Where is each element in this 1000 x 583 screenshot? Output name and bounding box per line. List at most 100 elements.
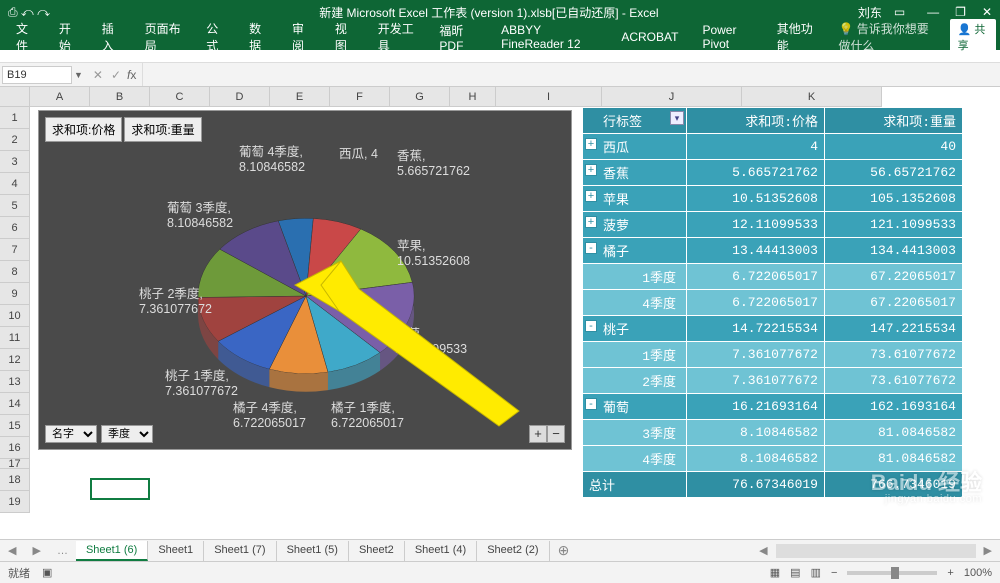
col-header[interactable]: C: [150, 87, 210, 107]
pivot-table[interactable]: 行标签▾求和项:价格求和项:重量+西瓜440+香蕉5.66572176256.6…: [582, 107, 963, 498]
sheet-nav-prev[interactable]: ◀: [0, 544, 24, 557]
select-all-corner[interactable]: [0, 87, 30, 107]
tab-powerpivot[interactable]: Power Pivot: [690, 19, 764, 55]
expand-icon[interactable]: +: [585, 164, 597, 176]
tab-acrobat[interactable]: ACROBAT: [609, 26, 690, 48]
sheet-tab[interactable]: Sheet1: [148, 541, 204, 561]
row-header[interactable]: 16: [0, 437, 30, 459]
expand-icon[interactable]: +: [585, 216, 597, 228]
row-header[interactable]: 6: [0, 217, 30, 239]
formula-input[interactable]: [142, 63, 1000, 86]
zoom-in-icon[interactable]: +: [947, 567, 953, 579]
zoom-slider[interactable]: [847, 571, 937, 575]
tab-abbyy[interactable]: ABBYY FineReader 12: [489, 19, 609, 55]
expand-icon[interactable]: -: [585, 398, 597, 410]
row-header[interactable]: 19: [0, 491, 30, 513]
col-header[interactable]: K: [742, 87, 882, 107]
row-header[interactable]: 3: [0, 151, 30, 173]
pivot-filter-icon[interactable]: ▾: [670, 111, 684, 125]
name-box[interactable]: B19: [2, 66, 72, 84]
hscroll-left[interactable]: ◀: [751, 544, 775, 557]
tell-me[interactable]: 💡 告诉我你想要做什么: [826, 16, 949, 58]
tab-home[interactable]: 开始: [47, 16, 90, 58]
chart-filter-name[interactable]: 名字: [45, 425, 97, 443]
worksheet-grid[interactable]: ABCDEFGHIJK 1234567891011121314151617181…: [0, 87, 1000, 539]
sheet-tab[interactable]: Sheet1 (5): [277, 541, 349, 561]
hscrollbar[interactable]: [776, 544, 976, 558]
chart-value-btn-1[interactable]: 求和项:价格: [45, 117, 122, 142]
row-header[interactable]: 13: [0, 371, 30, 393]
tab-review[interactable]: 审阅: [280, 16, 323, 58]
row-header[interactable]: 5: [0, 195, 30, 217]
col-header[interactable]: A: [30, 87, 90, 107]
col-header[interactable]: I: [496, 87, 602, 107]
status-bar: 就绪 ▣ ▦ ▤ ▥ − + 100%: [0, 561, 1000, 583]
tab-formulas[interactable]: 公式: [194, 16, 237, 58]
col-header[interactable]: E: [270, 87, 330, 107]
active-cell[interactable]: [90, 478, 150, 500]
tab-insert[interactable]: 插入: [90, 16, 133, 58]
view-pagebreak-icon[interactable]: ▥: [811, 566, 821, 579]
sheet-tab[interactable]: Sheet1 (4): [405, 541, 477, 561]
pie-slice-label: 橘子 1季度,6.722065017: [331, 401, 404, 431]
sheet-tab[interactable]: Sheet1 (6): [76, 541, 148, 561]
col-header[interactable]: G: [390, 87, 450, 107]
close-button[interactable]: ✕: [982, 5, 992, 19]
row-header[interactable]: 4: [0, 173, 30, 195]
expand-icon[interactable]: +: [585, 190, 597, 202]
pie-slice-label: 桃子 1季度,7.361077672: [165, 369, 238, 399]
row-header[interactable]: 8: [0, 261, 30, 283]
namebox-dropdown-icon[interactable]: ▼: [74, 70, 83, 80]
col-header[interactable]: J: [602, 87, 742, 107]
maximize-button[interactable]: ❐: [955, 5, 966, 19]
expand-icon[interactable]: -: [585, 242, 597, 254]
row-header[interactable]: 7: [0, 239, 30, 261]
row-header[interactable]: 2: [0, 129, 30, 151]
sheet-tab[interactable]: Sheet1 (7): [204, 541, 276, 561]
zoom-out-icon[interactable]: −: [831, 567, 837, 579]
enter-icon[interactable]: ✓: [111, 68, 121, 82]
sheet-nav-next[interactable]: ▶: [24, 544, 48, 557]
col-header[interactable]: F: [330, 87, 390, 107]
chart-collapse-icon[interactable]: −: [547, 425, 565, 443]
view-normal-icon[interactable]: ▦: [770, 566, 780, 579]
col-header[interactable]: B: [90, 87, 150, 107]
chart-expand-icon[interactable]: +: [529, 425, 547, 443]
sheet-tab[interactable]: Sheet2: [349, 541, 405, 561]
add-sheet-icon[interactable]: ⊕: [550, 542, 578, 559]
row-header[interactable]: 14: [0, 393, 30, 415]
tab-layout[interactable]: 页面布局: [133, 16, 195, 58]
macro-record-icon[interactable]: ▣: [42, 566, 52, 579]
chart-value-btn-2[interactable]: 求和项:重量: [124, 117, 201, 142]
hscroll-right[interactable]: ▶: [976, 544, 1000, 557]
chart-filter-quarter[interactable]: 季度: [101, 425, 153, 443]
pivot-chart[interactable]: 求和项:价格 求和项:重量 葡萄 4季度,8.10846582西瓜, 4香蕉,5…: [38, 110, 572, 450]
row-header[interactable]: 10: [0, 305, 30, 327]
row-header[interactable]: 18: [0, 469, 30, 491]
col-header[interactable]: D: [210, 87, 270, 107]
col-header[interactable]: H: [450, 87, 496, 107]
pie-slice-label: 香蕉,5.665721762: [397, 149, 470, 179]
row-header[interactable]: 12: [0, 349, 30, 371]
tab-view[interactable]: 视图: [323, 16, 366, 58]
sheet-tab[interactable]: Sheet2 (2): [477, 541, 549, 561]
row-header[interactable]: 9: [0, 283, 30, 305]
view-pagelayout-icon[interactable]: ▤: [790, 566, 800, 579]
row-header[interactable]: 15: [0, 415, 30, 437]
zoom-level[interactable]: 100%: [964, 567, 992, 579]
pie-slice-label: 橘子 4季度,6.722065017: [233, 401, 306, 431]
share-button[interactable]: 👤 共享: [950, 19, 996, 55]
cancel-icon[interactable]: ✕: [93, 68, 103, 82]
tab-file[interactable]: 文件: [4, 16, 47, 58]
tab-other[interactable]: 其他功能: [765, 16, 827, 58]
tab-data[interactable]: 数据: [237, 16, 280, 58]
tab-developer[interactable]: 开发工具: [366, 16, 428, 58]
expand-icon[interactable]: -: [585, 320, 597, 332]
sheet-nav-more[interactable]: …: [49, 545, 76, 557]
tab-foxit[interactable]: 福昕PDF: [427, 18, 489, 57]
expand-icon[interactable]: +: [585, 138, 597, 150]
fx-icon[interactable]: fx: [127, 68, 136, 82]
row-header[interactable]: 11: [0, 327, 30, 349]
row-header[interactable]: 17: [0, 459, 30, 469]
row-header[interactable]: 1: [0, 107, 30, 129]
